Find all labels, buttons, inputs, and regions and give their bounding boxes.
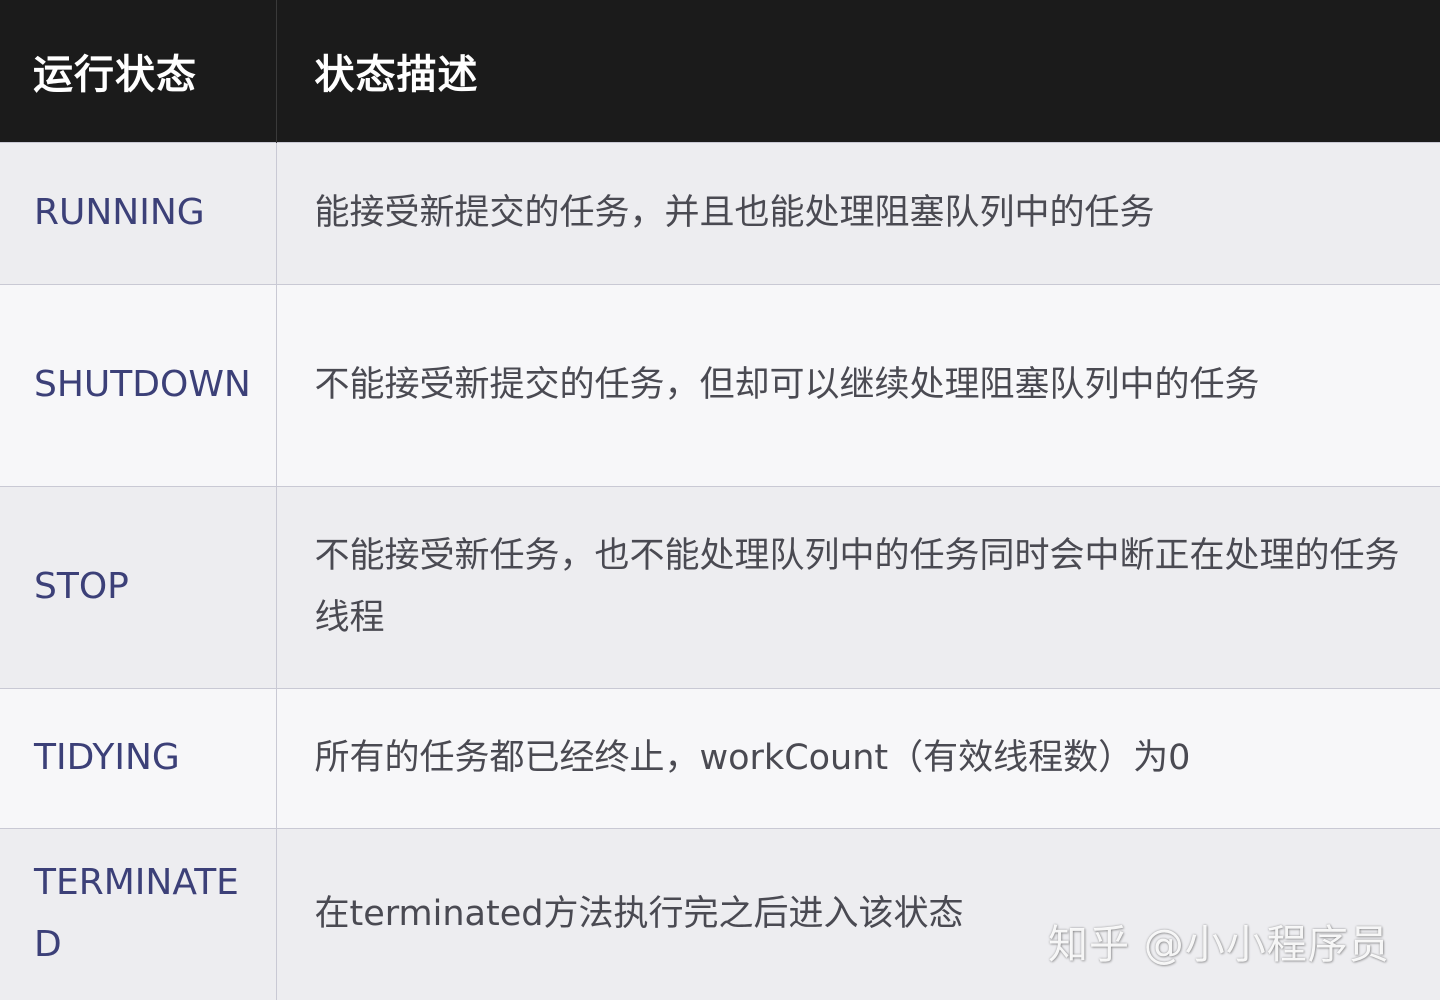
table-row: SHUTDOWN 不能接受新提交的任务，但却可以继续处理阻塞队列中的任务: [0, 283, 1440, 486]
state-cell: TERMINATED: [0, 827, 277, 1000]
table-row: RUNNING 能接受新提交的任务，并且也能处理阻塞队列中的任务: [0, 141, 1440, 284]
table-row: TIDYING 所有的任务都已经终止，workCount（有效线程数）为0: [0, 687, 1440, 828]
state-cell: SHUTDOWN: [0, 283, 277, 486]
description-cell: 所有的任务都已经终止，workCount（有效线程数）为0: [276, 687, 1440, 828]
state-cell: RUNNING: [0, 141, 277, 284]
state-cell: STOP: [0, 485, 277, 688]
header-description: 状态描述: [276, 0, 1440, 142]
description-cell: 能接受新提交的任务，并且也能处理阻塞队列中的任务: [276, 141, 1440, 284]
description-cell: 不能接受新任务，也不能处理队列中的任务同时会中断正在处理的任务线程: [276, 485, 1440, 688]
table-row: STOP 不能接受新任务，也不能处理队列中的任务同时会中断正在处理的任务线程: [0, 485, 1440, 688]
thread-pool-state-table: 运行状态 状态描述 RUNNING 能接受新提交的任务，并且也能处理阻塞队列中的…: [0, 0, 1440, 1000]
description-cell: 不能接受新提交的任务，但却可以继续处理阻塞队列中的任务: [276, 283, 1440, 486]
table-header-row: 运行状态 状态描述: [0, 0, 1440, 142]
header-state: 运行状态: [0, 0, 277, 142]
state-cell: TIDYING: [0, 687, 277, 828]
zhihu-watermark: 知乎 @小小程序员: [1048, 922, 1390, 968]
